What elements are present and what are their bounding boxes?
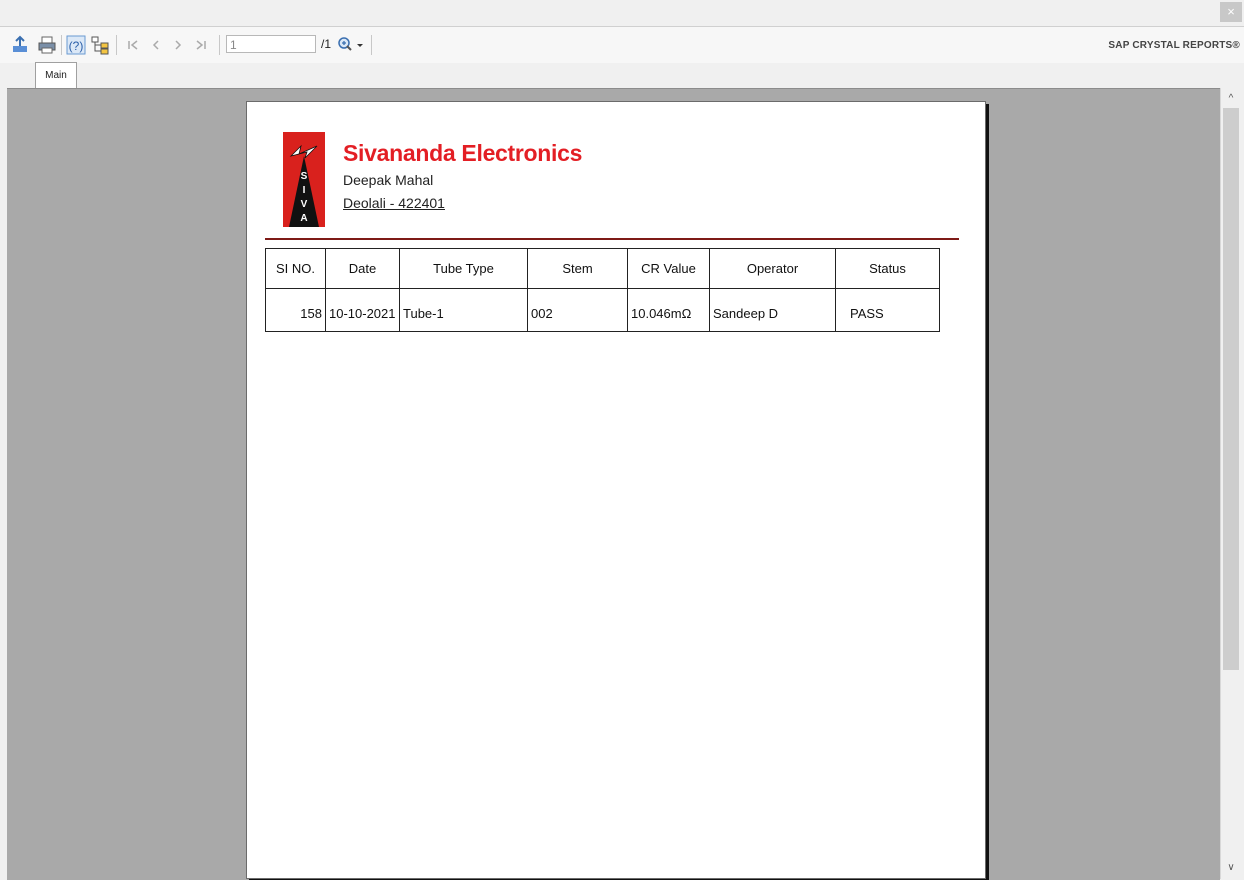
svg-text:S: S <box>301 171 308 182</box>
last-page-icon[interactable] <box>191 35 211 55</box>
cell-tube-type: Tube-1 <box>399 288 528 332</box>
column-header: Stem <box>527 248 628 289</box>
report-toolbar: (?) 1 /1 SAP CRYSTAL REPORTS® <box>0 26 1244 63</box>
vertical-scrollbar[interactable]: ^ ∨ <box>1220 88 1242 879</box>
toolbar-separator <box>219 35 220 55</box>
svg-text:A: A <box>300 213 307 224</box>
svg-text:V: V <box>301 199 308 210</box>
title-bar: × <box>0 0 1244 26</box>
header-divider <box>265 238 959 240</box>
svg-text:I: I <box>303 185 306 196</box>
export-icon[interactable] <box>10 35 30 55</box>
print-icon[interactable] <box>37 35 57 55</box>
help-icon[interactable]: (?) <box>66 35 86 55</box>
cell-stem: 002 <box>527 288 628 332</box>
scroll-up-icon[interactable]: ^ <box>1221 90 1241 108</box>
cell-status: PASS <box>835 288 940 332</box>
report-page: S I V A Sivananda Electronics Deepak Mah… <box>246 101 986 879</box>
page-total: /1 <box>321 37 332 51</box>
brand-label: SAP CRYSTAL REPORTS® <box>1108 40 1240 51</box>
siva-logo: S I V A <box>283 132 325 227</box>
close-button[interactable]: × <box>1220 2 1242 22</box>
cell-cr-value: 10.046mΩ <box>627 288 710 332</box>
scrollbar-thumb[interactable] <box>1223 108 1239 670</box>
column-header: Status <box>835 248 940 289</box>
scroll-down-icon[interactable]: ∨ <box>1221 859 1241 877</box>
page-number-input[interactable]: 1 <box>226 35 316 53</box>
table-header-row: SI NO. Date Tube Type Stem CR Value Oper… <box>265 248 940 289</box>
tab-main-report[interactable]: Main Report <box>35 62 77 107</box>
zoom-icon[interactable] <box>336 35 366 55</box>
table-row: 158 10-10-2021 Tube-1 002 10.046mΩ Sande… <box>265 288 940 332</box>
company-name: Sivananda Electronics <box>343 140 583 166</box>
column-header: CR Value <box>627 248 710 289</box>
svg-text:(?): (?) <box>69 39 84 53</box>
previous-page-icon[interactable] <box>146 35 166 55</box>
toolbar-separator <box>371 35 372 55</box>
first-page-icon[interactable] <box>123 35 143 55</box>
column-header: SI NO. <box>265 248 326 289</box>
next-page-icon[interactable] <box>168 35 188 55</box>
toolbar-separator <box>61 35 62 55</box>
report-table: SI NO. Date Tube Type Stem CR Value Oper… <box>265 248 940 332</box>
toolbar-separator <box>116 35 117 55</box>
column-header: Tube Type <box>399 248 528 289</box>
cell-date: 10-10-2021 <box>325 288 400 332</box>
cell-sino: 158 <box>265 288 326 332</box>
group-tree-icon[interactable] <box>90 35 110 55</box>
column-header: Operator <box>709 248 836 289</box>
cell-operator: Sandeep D <box>709 288 836 332</box>
address-line-2: Deolali - 422401 <box>343 195 445 211</box>
column-header: Date <box>325 248 400 289</box>
address-line-1: Deepak Mahal <box>343 172 434 188</box>
